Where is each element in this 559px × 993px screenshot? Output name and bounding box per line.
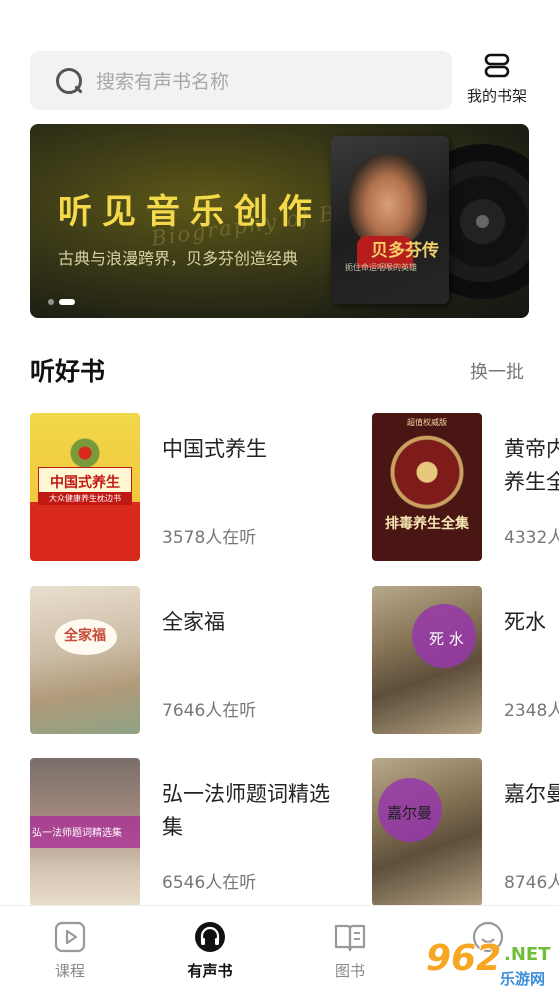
book-cover: 中国式养生 大众健康养生枕边书 [30,413,140,561]
bookshelf-label: 我的书架 [466,87,527,105]
watermark-number: 962 [426,938,502,979]
book-title: 黄帝内经养生全集 [504,437,559,494]
book-item[interactable]: 中国式养生 大众健康养生枕边书 中国式养生 3578人在听 [30,413,340,563]
book-cover: 超值权威版 排毒养生全集 [372,413,482,561]
banner-title: 听见音乐创作 [58,192,322,232]
book-cover: 全家福 [30,586,140,734]
bookshelf-icon [484,53,510,78]
watermark-suffix: .NET [504,944,551,965]
portrait-image [349,154,427,246]
search-icon [56,67,82,94]
tab-label: 图书 [334,962,365,980]
book-cover: 嘉尔曼 [372,758,482,905]
book-cover: 死 水 [372,586,482,734]
book-title: 嘉尔曼 [504,782,559,806]
book-listeners: 4332人在听 [504,528,559,548]
pagination-dot [48,299,54,305]
book-item[interactable]: 死 水 死水 2348人在听 [372,586,559,736]
search-placeholder: 搜索有声书名称 [96,71,230,93]
cover-subtitle: 大众健康养生枕边书 [38,492,132,505]
pagination-dot-active [59,299,75,305]
refresh-batch-button[interactable]: 换一批 [470,358,524,384]
book-cover: 弘一法师题词精选集 [30,758,140,905]
banner-pagination [48,299,75,305]
album-cover-image: 贝多芬传 扼住命运咽喉的英雄 [331,136,449,304]
tab-label: 有声书 [187,962,233,980]
banner-subtitle: 古典与浪漫跨界，贝多芬创造经典 [58,249,299,268]
album-caption: 扼住命运咽喉的英雄 [345,263,417,272]
cover-title: 嘉尔曼 [387,804,433,822]
tab-courses[interactable]: 课程 [30,920,110,981]
book-listeners: 3578人在听 [162,528,257,548]
book-listeners: 6546人在听 [162,873,257,893]
book-item[interactable]: 超值权威版 排毒养生全集 黄帝内经养生全集 4332人在听 [372,413,559,563]
book-item[interactable]: 嘉尔曼 嘉尔曼 8746人在听 [372,758,559,905]
book-listeners: 8746人在听 [504,873,559,893]
book-listeners: 7646人在听 [162,701,257,721]
book-title: 中国式养生 [162,437,267,461]
book-title: 弘一法师题词精选集 [162,782,330,839]
cover-title: 全家福 [64,628,106,644]
cover-top-text: 超值权威版 [407,418,447,427]
tab-audiobooks[interactable]: 有声书 [170,920,250,981]
search-input[interactable]: 搜索有声书名称 [30,51,452,110]
my-bookshelf-button[interactable]: 我的书架 [460,52,534,110]
cover-title: 死 水 [429,630,464,648]
book-listeners: 2348人在听 [504,701,559,721]
book-item[interactable]: 弘一法师题词精选集 弘一法师题词精选集 6546人在听 [30,758,350,905]
section-title: 听好书 [30,357,106,386]
play-icon [54,921,86,953]
book-icon [334,924,366,952]
promo-banner[interactable]: Biography of Beethoven 听见音乐创作 古典与浪漫跨界，贝多… [30,124,529,318]
book-title: 全家福 [162,610,225,634]
site-watermark: 962 .NET 乐游网 [422,938,559,993]
watermark-sub: 乐游网 [500,970,546,988]
book-title: 死水 [504,610,546,634]
tab-books[interactable]: 图书 [310,920,390,981]
headphones-icon [195,922,225,952]
album-title: 贝多芬传 [371,241,439,261]
book-item[interactable]: 全家福 全家福 7646人在听 [30,586,340,736]
cover-title: 弘一法师题词精选集 [32,828,122,839]
tab-label: 课程 [54,962,85,980]
cover-title: 排毒养生全集 [385,516,469,532]
